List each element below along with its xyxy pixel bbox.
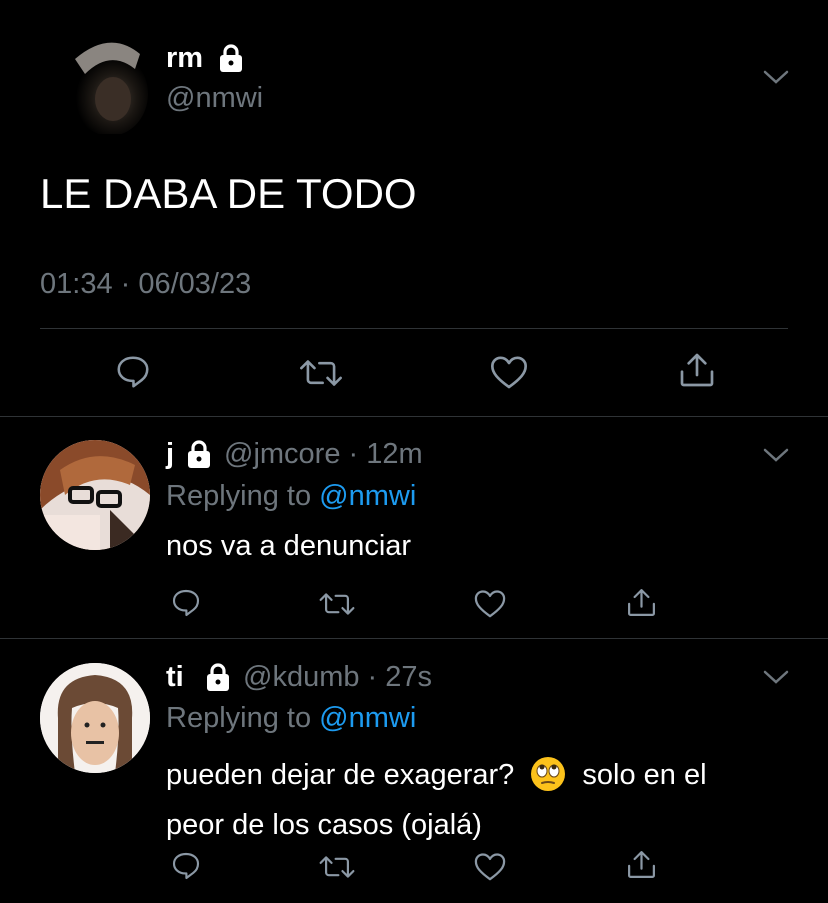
- divider: [0, 416, 828, 417]
- main-display-name[interactable]: rm: [166, 42, 203, 75]
- reply-icon[interactable]: [170, 587, 202, 619]
- eye-roll-emoji: [530, 756, 566, 804]
- heart-icon[interactable]: [473, 588, 507, 619]
- avatar-ti[interactable]: [40, 663, 150, 773]
- divider: [0, 638, 828, 639]
- main-timestamp[interactable]: 01:34 · 06/03/23: [40, 268, 251, 301]
- heart-icon[interactable]: [489, 353, 529, 391]
- chevron-down-icon[interactable]: [763, 446, 789, 469]
- lock-icon: [217, 43, 245, 78]
- heart-icon[interactable]: [473, 851, 507, 882]
- reply-1-time[interactable]: · 12m: [349, 438, 423, 470]
- retweet-icon[interactable]: [299, 355, 343, 391]
- reply-2-time[interactable]: · 27s: [368, 661, 432, 693]
- share-icon[interactable]: [677, 350, 717, 390]
- main-handle[interactable]: @nmwi: [166, 82, 263, 115]
- mention-link[interactable]: @nmwi: [319, 480, 416, 512]
- avatar-rm[interactable]: [55, 34, 155, 134]
- avatar-j[interactable]: [40, 440, 150, 550]
- reply-2-display-name[interactable]: ti: [166, 661, 184, 694]
- retweet-icon[interactable]: [319, 589, 355, 619]
- reply-icon[interactable]: [114, 353, 152, 391]
- retweet-icon[interactable]: [319, 852, 355, 882]
- lock-icon: [185, 439, 213, 474]
- share-icon[interactable]: [625, 586, 658, 619]
- reply-1-text: nos va a denunciar: [166, 530, 412, 562]
- reply-1-handle[interactable]: @jmcore · 12m: [224, 438, 423, 471]
- reply-2-replying-to: Replying to @nmwi: [166, 702, 417, 734]
- reply-icon[interactable]: [170, 850, 202, 882]
- main-tweet-text: LE DABA DE TODO: [40, 170, 417, 217]
- lock-icon: [204, 662, 232, 697]
- chevron-down-icon[interactable]: [763, 68, 789, 91]
- divider: [40, 328, 788, 329]
- share-icon[interactable]: [625, 848, 658, 881]
- reply-2-handle[interactable]: @kdumb · 27s: [243, 661, 432, 694]
- reply-2-text: pueden dejar de exagerar? solo en el peo…: [166, 754, 707, 846]
- reply-1-display-name[interactable]: j: [166, 438, 174, 471]
- chevron-down-icon[interactable]: [763, 668, 789, 691]
- reply-1-replying-to: Replying to @nmwi: [166, 480, 417, 512]
- mention-link[interactable]: @nmwi: [319, 702, 416, 734]
